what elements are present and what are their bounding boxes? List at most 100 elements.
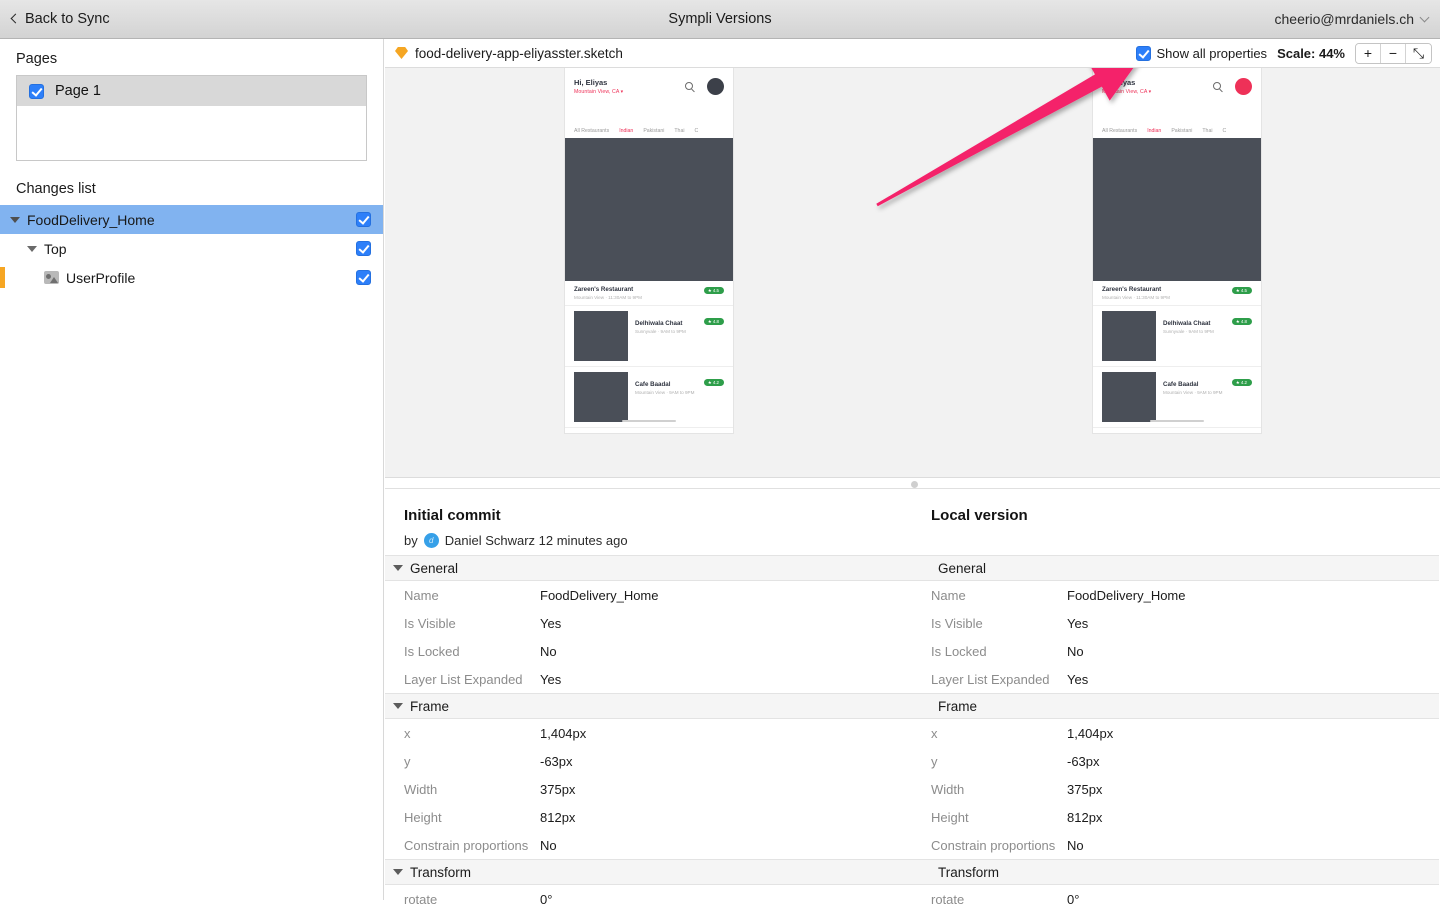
search-icon (1213, 82, 1221, 90)
show-all-properties-checkbox[interactable] (1135, 45, 1151, 61)
property-value: FoodDelivery_Home (540, 587, 659, 603)
pages-heading: Pages (16, 51, 58, 67)
property-value: 0° (540, 891, 553, 907)
restaurant-name: Zareen's Restaurant (574, 286, 634, 293)
property-value: 812px (1067, 809, 1103, 825)
property-key: y (931, 753, 938, 769)
splitter-grip[interactable] (911, 481, 918, 488)
artboard-preview-local-version[interactable]: Hi, Eliyas Mountain View, CA ▾ All Restaur… (1093, 68, 1261, 433)
property-key: Constrain proportions (404, 837, 529, 853)
pages-list-item[interactable]: Page 1 (17, 76, 366, 106)
properties-area: Initial commit by d Daniel Schwarz 12 mi… (385, 489, 1440, 919)
pane-splitter[interactable] (385, 478, 1440, 489)
properties-column-left: Initial commit by d Daniel Schwarz 12 mi… (385, 489, 912, 913)
local-version-header: Local version (912, 489, 1439, 555)
artboard-tab: Pakistani (643, 128, 665, 134)
property-section-header[interactable]: Frame (385, 693, 912, 719)
artboard-tab: Indian (1147, 128, 1162, 134)
artboard-tab: Thai (1202, 128, 1213, 134)
fit-to-screen-button[interactable]: ⤡ (1406, 43, 1431, 63)
file-toolbar: food-delivery-app-eliyasster.sketch Show… (385, 39, 1440, 68)
changes-tree-row[interactable]: UserProfile (0, 263, 383, 292)
page-label: Page 1 (55, 83, 101, 99)
property-value: No (1067, 837, 1084, 853)
property-key: Width (931, 781, 965, 797)
property-row: x 1,404px (385, 719, 912, 747)
artboard-tab: Pakistani (1171, 128, 1193, 134)
property-row: y -63px (912, 747, 1439, 775)
property-value: 1,404px (540, 725, 587, 741)
property-key: Is Locked (404, 643, 460, 659)
changes-tree-label: UserProfile (66, 269, 136, 286)
changes-tree: FoodDelivery_Home Top UserProfile (0, 205, 383, 292)
property-section-header: Frame (912, 693, 1439, 719)
author-and-time: Daniel Schwarz 12 minutes ago (444, 533, 628, 548)
property-value: No (540, 837, 557, 853)
local-version-title: Local version (931, 507, 1028, 524)
account-menu[interactable]: cheerio@mrdaniels.ch (1275, 11, 1430, 27)
page-checkbox[interactable] (29, 83, 44, 99)
changes-tree-row[interactable]: FoodDelivery_Home (0, 205, 383, 234)
left-property-sections: General Name FoodDelivery_Home Is Visible Ye… (385, 555, 912, 913)
property-value: No (1067, 643, 1084, 659)
property-section-header[interactable]: Transform (385, 859, 912, 885)
property-key: Constrain proportions (931, 837, 1056, 853)
disclosure-triangle-icon[interactable] (393, 703, 403, 709)
property-key: Layer List Expanded (404, 671, 523, 687)
property-value: Yes (540, 615, 562, 631)
restaurant-item: Delhiwala Chaat Sunnyvale · 9AM to 9PM ★ 4… (1093, 306, 1261, 367)
property-key: Height (404, 809, 442, 825)
zoom-out-button[interactable]: − (1381, 43, 1406, 63)
property-row: Name FoodDelivery_Home (385, 581, 912, 609)
property-section-title: Transform (410, 864, 472, 880)
commit-header: Initial commit by d Daniel Schwarz 12 mi… (385, 489, 912, 555)
disclosure-triangle-icon[interactable] (393, 869, 403, 875)
window-title-bar: Sympli Versions Back to Sync cheerio@mrd… (0, 0, 1440, 39)
restaurant-item: Zareen's Restaurant Mountain View · 11:30… (565, 281, 733, 306)
scale-label: Scale: 44% (1277, 45, 1345, 61)
restaurant-name: Delhiwala Chaat (635, 320, 683, 327)
zoom-in-button[interactable]: + (1356, 43, 1381, 63)
changes-tree-checkbox[interactable] (356, 212, 371, 227)
property-key: Layer List Expanded (931, 671, 1050, 687)
restaurant-name: Cafe Baadal (1163, 381, 1199, 388)
restaurant-meta: Mountain View · 11:30AM to 9PM (574, 295, 643, 300)
property-key: y (404, 753, 411, 769)
file-name-label: food-delivery-app-eliyasster.sketch (415, 45, 623, 61)
property-value: 0° (1067, 891, 1080, 907)
property-key: x (931, 725, 938, 741)
artboard-preview-initial-commit[interactable]: Hi, Eliyas Mountain View, CA ▾ All Restaur… (565, 68, 733, 433)
commit-title: Initial commit (404, 507, 501, 524)
property-value: Yes (1067, 615, 1089, 631)
restaurant-item: Cafe Baadal Mountain View · 9AM to 9PM ★ 4… (565, 367, 733, 428)
property-key: Height (931, 809, 969, 825)
property-value: 812px (540, 809, 576, 825)
disclosure-triangle-icon[interactable] (27, 245, 37, 252)
property-section-title: Frame (410, 698, 450, 714)
artboard-tab: Indian (619, 128, 634, 134)
changes-tree-checkbox[interactable] (356, 270, 371, 285)
change-marker (0, 267, 5, 288)
artboard-tab: Thai (674, 128, 685, 134)
chevron-down-icon (1419, 12, 1430, 22)
show-all-properties-toggle[interactable]: Show all properties (1135, 45, 1268, 61)
restaurant-thumbnail (574, 372, 628, 422)
restaurant-name: Delhiwala Chaat (1163, 320, 1211, 327)
property-row: Constrain proportions No (385, 831, 912, 859)
pages-list: Page 1 (16, 75, 367, 161)
disclosure-triangle-icon[interactable] (10, 216, 20, 223)
restaurant-meta: Mountain View · 11:30AM to 9PM (1102, 295, 1171, 300)
artboard-header: Hi, Eliyas Mountain View, CA ▾ (1093, 68, 1261, 124)
changes-tree-row[interactable]: Top (0, 234, 383, 263)
property-key: rotate (931, 891, 965, 907)
artboard-tab-bar: All Restaurants Indian Pakistani Thai C (565, 124, 733, 138)
rating-badge: ★ 4.8 (703, 318, 724, 326)
property-value: -63px (540, 753, 573, 769)
artboard-greeting: Hi, Eliyas (574, 78, 608, 87)
changes-tree-checkbox[interactable] (356, 241, 371, 256)
property-section-header[interactable]: General (385, 555, 912, 581)
avatar (1235, 78, 1252, 95)
property-section-title: Transform (938, 864, 1000, 880)
show-all-properties-label: Show all properties (1156, 45, 1268, 61)
disclosure-triangle-icon[interactable] (393, 565, 403, 571)
